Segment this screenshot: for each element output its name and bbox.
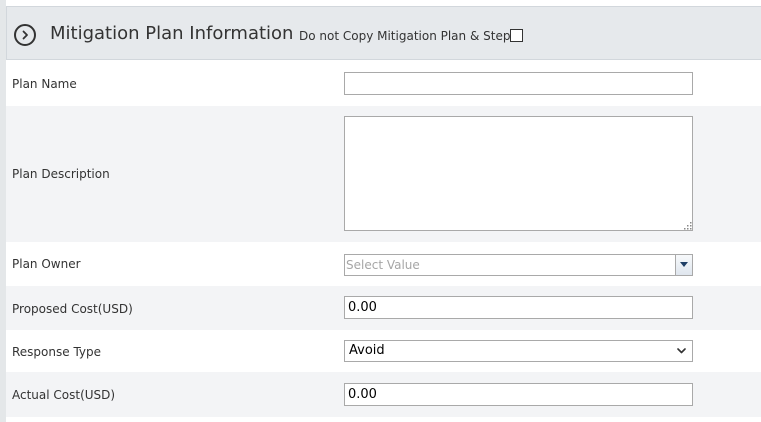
plan-owner-row: Plan Owner Select Value — [6, 242, 761, 286]
actual-cost-label: Actual Cost(USD) — [12, 388, 116, 402]
plan-description-label: Plan Description — [12, 167, 110, 181]
do-not-copy-checkbox[interactable] — [510, 29, 523, 42]
plan-name-input[interactable] — [344, 72, 693, 95]
plan-name-label: Plan Name — [12, 77, 77, 91]
proposed-cost-label: Proposed Cost(USD) — [12, 302, 133, 316]
plan-owner-label: Plan Owner — [12, 257, 81, 271]
resize-grip-icon[interactable] — [684, 222, 692, 230]
response-type-label: Response Type — [12, 345, 102, 359]
plan-name-row: Plan Name — [6, 62, 761, 106]
proposed-cost-input[interactable]: 0.00 — [344, 296, 693, 319]
actual-cost-row: Actual Cost(USD) 0.00 — [6, 372, 761, 417]
response-type-value: Avoid — [349, 343, 385, 358]
actual-cost-input[interactable]: 0.00 — [344, 383, 693, 406]
plan-description-textarea[interactable] — [344, 116, 693, 231]
chevron-right-circle-icon — [22, 30, 28, 40]
do-not-copy-label: Do not Copy Mitigation Plan & Steps — [299, 29, 517, 43]
plan-description-row: Plan Description — [6, 106, 761, 242]
response-type-row: Response Type Avoid — [6, 330, 761, 372]
response-type-select[interactable]: Avoid — [344, 340, 693, 362]
section-header: Mitigation Plan Information Do not Copy … — [6, 6, 761, 60]
section-title: Mitigation Plan Information — [50, 23, 294, 44]
mitigation-plan-panel: Mitigation Plan Information Do not Copy … — [0, 0, 761, 422]
collapse-toggle-button[interactable] — [14, 24, 36, 46]
plan-owner-combobox[interactable]: Select Value — [344, 254, 693, 276]
dropdown-arrow-icon — [680, 262, 688, 267]
plan-owner-placeholder: Select Value — [346, 258, 420, 272]
chevron-down-icon — [677, 348, 686, 354]
proposed-cost-row: Proposed Cost(USD) 0.00 — [6, 286, 761, 330]
plan-owner-dropdown-button[interactable] — [675, 255, 692, 275]
